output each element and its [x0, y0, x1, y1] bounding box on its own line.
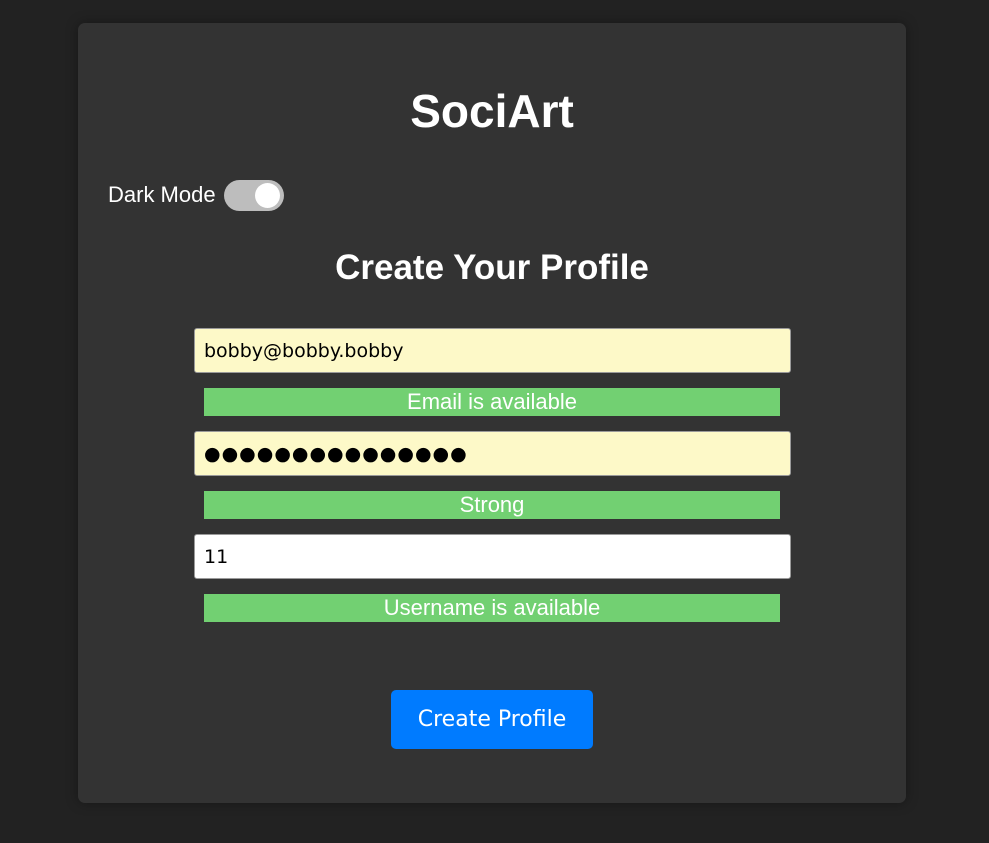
dark-mode-row: Dark Mode [108, 179, 284, 211]
toggle-knob [254, 182, 280, 208]
dark-mode-toggle[interactable] [223, 179, 284, 211]
password-strength-status: Strong [204, 491, 780, 519]
create-profile-button[interactable]: Create Profile [391, 690, 593, 749]
app-title: SociArt [410, 85, 574, 137]
profile-card: SociArt Dark Mode Create Your Profile Em… [78, 23, 906, 803]
email-status: Email is available [204, 388, 780, 416]
password-field[interactable] [194, 431, 791, 476]
username-status: Username is available [204, 594, 780, 622]
username-field[interactable] [194, 534, 791, 579]
form-heading: Create Your Profile [335, 248, 649, 287]
email-field[interactable] [194, 328, 791, 373]
dark-mode-label: Dark Mode [108, 182, 216, 207]
